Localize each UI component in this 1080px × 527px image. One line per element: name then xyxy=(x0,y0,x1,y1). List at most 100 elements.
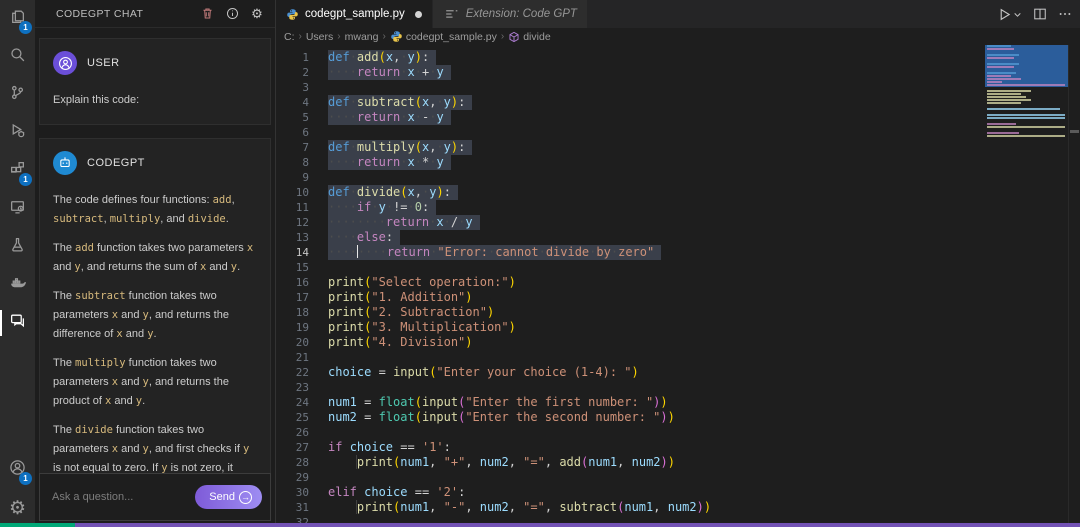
code-line-7[interactable]: 7def·multiply(x,·y): xyxy=(276,140,1080,155)
send-button[interactable]: Send → xyxy=(195,485,262,509)
chat-input[interactable]: Ask a question... xyxy=(52,491,195,503)
breadcrumb-item[interactable]: divide xyxy=(508,31,550,43)
symbol-method-icon xyxy=(508,31,520,43)
line-content: elif choice == '2': xyxy=(318,485,465,500)
activity-bar-item-run-debug[interactable] xyxy=(0,114,35,152)
trash-icon[interactable] xyxy=(199,6,215,22)
line-content: ····return·x·*·y xyxy=(318,155,451,170)
breadcrumb-separator: › xyxy=(337,31,340,42)
answer-paragraph: The add function takes two parameters x … xyxy=(53,239,257,277)
codegpt-message: CODEGPT The code defines four functions:… xyxy=(39,138,271,473)
code-line-19[interactable]: 19print("3. Multiplication") xyxy=(276,320,1080,335)
user-question: Explain this code: xyxy=(53,91,257,110)
line-content: ····return·x·+·y xyxy=(318,65,451,80)
sidebar-title-bar: CODEGPT CHAT ⚙ xyxy=(35,0,275,28)
activity-bar: 11 1⚙ xyxy=(0,0,35,527)
breadcrumb-item[interactable]: C: xyxy=(284,31,295,43)
code-line-2[interactable]: 2····return·x·+·y xyxy=(276,65,1080,80)
remote-indicator[interactable] xyxy=(0,523,75,527)
line-content xyxy=(318,350,328,365)
code-line-20[interactable]: 20print("4. Division") xyxy=(276,335,1080,350)
chat-input-box: Ask a question... Send → xyxy=(39,473,271,521)
activity-bar-item-testing[interactable] xyxy=(0,228,35,266)
line-number: 23 xyxy=(276,380,318,395)
code-line-25[interactable]: 25num2 = float(input("Enter the second n… xyxy=(276,410,1080,425)
code-line-14[interactable]: 14········return·"Error:·cannot·divide·b… xyxy=(276,245,1080,260)
code-line-4[interactable]: 4def·subtract(x,·y): xyxy=(276,95,1080,110)
unsaved-dot-icon[interactable] xyxy=(415,11,422,18)
code-line-29[interactable]: 29 xyxy=(276,470,1080,485)
info-icon[interactable] xyxy=(224,6,240,22)
activity-bar-item-codegpt-chat[interactable] xyxy=(0,304,35,342)
code-line-21[interactable]: 21 xyxy=(276,350,1080,365)
code-line-30[interactable]: 30elif choice == '2': xyxy=(276,485,1080,500)
code-line-6[interactable]: 6 xyxy=(276,125,1080,140)
breadcrumb-item[interactable]: mwang xyxy=(345,31,379,43)
code-line-28[interactable]: 28 print(num1, "+", num2, "=", add(num1,… xyxy=(276,455,1080,470)
run-button[interactable] xyxy=(997,7,1022,22)
code-line-9[interactable]: 9 xyxy=(276,170,1080,185)
minimap[interactable] xyxy=(985,45,1068,141)
activity-bar-item-source-control[interactable] xyxy=(0,76,35,114)
user-message-header: USER xyxy=(53,51,257,75)
code-line-23[interactable]: 23 xyxy=(276,380,1080,395)
code-line-22[interactable]: 22choice = input("Enter your choice (1-4… xyxy=(276,365,1080,380)
status-bar xyxy=(0,523,1080,527)
tab-extension-code-gpt[interactable]: Extension: Code GPT xyxy=(433,0,588,28)
answer-paragraph: The code defines four functions: add, su… xyxy=(53,191,257,229)
line-content: print(num1, "-", num2, "=", subtract(num… xyxy=(318,500,711,515)
code-line-16[interactable]: 16print("Select operation:") xyxy=(276,275,1080,290)
code-line-5[interactable]: 5····return·x·-·y xyxy=(276,110,1080,125)
code-line-15[interactable]: 15 xyxy=(276,260,1080,275)
line-number: 9 xyxy=(276,170,318,185)
line-number: 11 xyxy=(276,200,318,215)
editor-scrollbar[interactable] xyxy=(1068,45,1080,523)
line-content: ····return·x·-·y xyxy=(318,110,451,125)
line-number: 26 xyxy=(276,425,318,440)
breadcrumb-separator: › xyxy=(299,31,302,42)
minimap-line xyxy=(985,99,1068,101)
code-line-17[interactable]: 17print("1. Addition") xyxy=(276,290,1080,305)
code-line-31[interactable]: 31 print(num1, "-", num2, "=", subtract(… xyxy=(276,500,1080,515)
line-number: 10 xyxy=(276,185,318,200)
line-number: 1 xyxy=(276,50,318,65)
editor-actions xyxy=(997,0,1072,28)
more-actions-button[interactable] xyxy=(1058,7,1072,21)
line-number: 19 xyxy=(276,320,318,335)
line-number: 30 xyxy=(276,485,318,500)
code-line-27[interactable]: 27if choice == '1': xyxy=(276,440,1080,455)
activity-bar-item-search[interactable] xyxy=(0,38,35,76)
line-content: print("2. Subtraction") xyxy=(318,305,494,320)
user-avatar-icon xyxy=(53,51,77,75)
code-line-1[interactable]: 1def·add(x,·y): xyxy=(276,50,1080,65)
activity-bar-item-extensions[interactable]: 1 xyxy=(0,152,35,190)
code-line-13[interactable]: 13····else: xyxy=(276,230,1080,245)
code-line-18[interactable]: 18print("2. Subtraction") xyxy=(276,305,1080,320)
tab-codegpt-sample-py[interactable]: codegpt_sample.py xyxy=(276,0,433,28)
code-line-8[interactable]: 8····return·x·*·y xyxy=(276,155,1080,170)
extension-list-icon xyxy=(443,6,460,23)
breadcrumb-item[interactable]: Users xyxy=(306,31,333,43)
minimap-line xyxy=(985,123,1068,125)
code-line-3[interactable]: 3 xyxy=(276,80,1080,95)
code-editor[interactable]: 1def·add(x,·y):2····return·x·+·y34def·su… xyxy=(276,45,1080,527)
code-line-10[interactable]: 10def·divide(x,·y): xyxy=(276,185,1080,200)
activity-bar-item-explorer[interactable]: 1 xyxy=(0,0,35,38)
line-content xyxy=(318,125,350,140)
gear-icon[interactable]: ⚙ xyxy=(249,6,265,22)
code-line-26[interactable]: 26 xyxy=(276,425,1080,440)
code-line-12[interactable]: 12········return·x·/·y xyxy=(276,215,1080,230)
codegpt-answer: The code defines four functions: add, su… xyxy=(53,191,257,473)
activity-bar-item-docker[interactable] xyxy=(0,266,35,304)
breadcrumb-item[interactable]: codegpt_sample.py xyxy=(390,30,497,43)
line-content xyxy=(318,425,328,440)
code-line-11[interactable]: 11····if·y·!=·0: xyxy=(276,200,1080,215)
split-editor-button[interactable] xyxy=(1033,7,1047,21)
line-number: 3 xyxy=(276,80,318,95)
code-line-24[interactable]: 24num1 = float(input("Enter the first nu… xyxy=(276,395,1080,410)
line-content: num1 = float(input("Enter the first numb… xyxy=(318,395,668,410)
activity-bar-item-remote-explorer[interactable] xyxy=(0,190,35,228)
codegpt-message-header: CODEGPT xyxy=(53,151,257,175)
activity-bar-item-settings-gear[interactable]: ⚙ xyxy=(0,489,35,527)
activity-bar-item-accounts[interactable]: 1 xyxy=(0,451,35,489)
